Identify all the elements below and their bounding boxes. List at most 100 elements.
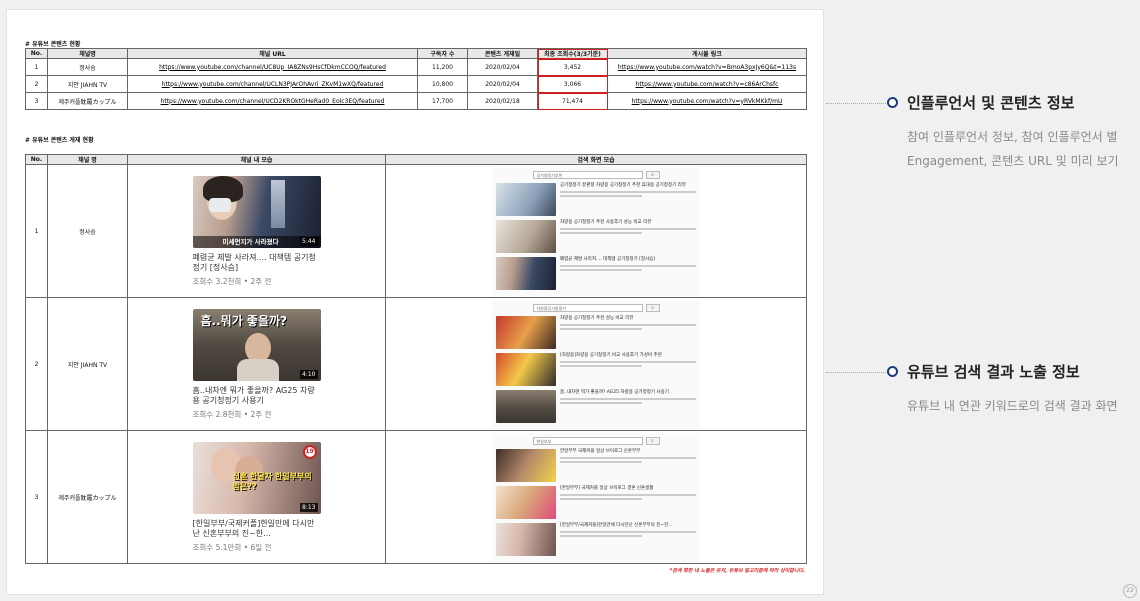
footnote: *검색 화면 내 노출은 유저, 유튜브 알고리즘에 따라 상이합니다.	[669, 568, 805, 574]
search-result-item: 한일부부 국제커플 일상 브이로그 신혼부부	[496, 448, 696, 482]
col-channel-view: 채널 내 모습	[127, 154, 386, 165]
panel-desc-line: 유튜브 내 연관 키워드로의 검색 결과 화면	[907, 399, 1118, 413]
result-thumbnail	[496, 389, 556, 423]
search-result-item: 흠..내차엔 뭐가 좋을까? AG25 차량용 공기청정기 사용기	[496, 389, 696, 423]
video-thumbnail[interactable]: 미세먼지가 사라졌다 5:44	[192, 175, 321, 248]
row-date: 2020/02/04	[467, 75, 538, 93]
col-subscribers: 구독자 수	[417, 48, 468, 59]
table-row: 2 지안 JIAHN TV https://www.youtube.com/ch…	[25, 75, 807, 93]
col-date: 콘텐츠 게재일	[467, 48, 538, 59]
col-views: 최종 조회수(3/3기준)	[537, 48, 608, 59]
result-title: [한일부부] 국제커플 일상 브이로그 결혼 신혼생활	[560, 485, 654, 491]
face-mask	[208, 197, 231, 212]
table-row: 2 지안 JIAHN TV 흠..뭐가 좋을까? 4:10 흠..내차엔 뭐가 …	[25, 297, 807, 431]
search-result-item: 공기청정기 끝판왕 차량용 공기청정기 추천 휴대용 공기청정기 리뷰	[496, 182, 696, 216]
row-views: 3,452	[537, 58, 608, 76]
result-title: 차량용 공기청정기 추천 성능 비교 리뷰	[560, 315, 634, 321]
video-meta: 조회수 5.1만회 • 6일 전	[192, 542, 272, 552]
result-thumbnail	[496, 352, 556, 386]
row-channel: 제주커플耽羅カップル	[47, 430, 128, 564]
result-title: 폐렴균 제발 사라져.... 대책템 공기청정기 [정사슴]	[560, 256, 656, 262]
table-header-row: No. 채널명 채널 URL 구독자 수 콘텐츠 게재일 최종 조회수(3/3기…	[25, 48, 807, 59]
section-title-posting-status: # 유튜브 콘텐츠 게재 현황	[25, 137, 94, 144]
row-subscribers: 17,700	[417, 92, 468, 110]
row-channel: 지안 JIAHN TV	[47, 297, 128, 431]
report-sheet: # 유튜브 콘텐츠 현황 No. 채널명 채널 URL 구독자 수 콘텐츠 게재…	[6, 9, 824, 595]
row-channel: 정사슴	[47, 164, 128, 298]
result-title: [한일부부/국제커플]한일만에 다시만난 신혼부부의 진~한...	[560, 522, 673, 528]
video-title[interactable]: 폐렴균 제발 사라져.... 대책템 공기청정기 [정사슴]	[193, 253, 321, 273]
bullet-ring-icon	[887, 366, 898, 377]
result-thumbnail	[496, 522, 556, 556]
video-thumbnail[interactable]: 19 신혼 한달차 한일부부의 밤은?? 8:13	[192, 441, 321, 514]
row-date: 2020/02/04	[467, 58, 538, 76]
col-channel-url: 채널 URL	[127, 48, 418, 59]
search-result-item: 차량용 공기청정기 추천 성능 비교 리뷰	[496, 315, 696, 349]
result-title: 한일부부 국제커플 일상 브이로그 신혼부부	[560, 448, 641, 454]
search-result-item: [차량용]차량용 공기청정기 비교 사용후기 가성비 추천	[496, 352, 696, 386]
result-thumbnail	[496, 315, 556, 349]
search-input: 공기청정기추천	[532, 170, 643, 179]
video-card[interactable]: 19 신혼 한달차 한일부부의 밤은?? 8:13 [한일부부/국제커플]한일만…	[192, 441, 321, 553]
video-card[interactable]: 흠..뭐가 좋을까? 4:10 흠..내차엔 뭐가 좋을까? AG25 차량용 …	[192, 308, 321, 420]
search-result-screenshot: 차량용공기청정기 ⌕ 차량용 공기청정기 추천 성능 비교 리뷰 [차량용]차량…	[492, 299, 700, 429]
video-thumbnail[interactable]: 흠..뭐가 좋을까? 4:10	[192, 308, 321, 381]
thumbnail-headline: 흠..뭐가 좋을까?	[200, 313, 288, 328]
connector-line	[826, 372, 888, 373]
post-link[interactable]: https://www.youtube.com/watch?v=yRVkMKkf…	[632, 98, 783, 105]
posting-status-table: No. 채널 명 채널 내 모습 검색 화면 모습 1 정사슴 미세먼지가 사라…	[25, 154, 807, 564]
panel-desc-line: Engagement, 콘텐츠 URL 및 미리 보기	[907, 154, 1119, 168]
row-no: 1	[25, 58, 48, 76]
video-title[interactable]: 흠..내차엔 뭐가 좋을까? AG25 차량용 공기청정기 사용기	[193, 386, 321, 406]
row-channel: 제주커플耽羅カップル	[47, 92, 128, 110]
result-thumbnail	[496, 219, 556, 253]
video-meta: 조회수 3.2천회 • 2주 전	[192, 276, 272, 286]
search-bar: 차량용공기청정기 ⌕	[496, 303, 696, 312]
air-purifier	[270, 179, 285, 228]
video-title[interactable]: [한일부부/국제커플]한일만에 다시만난 신혼부부의 진~한...	[193, 519, 321, 539]
section-title-content-status: # 유튜브 콘텐츠 현황	[25, 41, 81, 48]
row-no: 3	[25, 430, 48, 564]
content-status-table: No. 채널명 채널 URL 구독자 수 콘텐츠 게재일 최종 조회수(3/3기…	[25, 48, 807, 110]
col-no: No.	[25, 48, 48, 59]
channel-url-link[interactable]: https://www.youtube.com/channel/UCLN3PJA…	[162, 81, 384, 88]
video-meta: 조회수 2.8천회 • 2주 전	[192, 409, 272, 419]
table-row: 3 제주커플耽羅カップル 19 신혼 한달차 한일부부의 밤은?? 8:13 […	[25, 430, 807, 564]
video-card[interactable]: 미세먼지가 사라졌다 5:44 폐렴균 제발 사라져.... 대책템 공기청정기…	[192, 175, 321, 287]
search-result-item: [한일부부] 국제커플 일상 브이로그 결혼 신혼생활	[496, 485, 696, 519]
panel-title-influencer-info: 인플루언서 및 콘텐츠 정보	[907, 94, 1075, 112]
search-result-screenshot: 공기청정기추천 ⌕ 공기청정기 끝판왕 차량용 공기청정기 추천 휴대용 공기청…	[492, 166, 700, 296]
search-bar: 공기청정기추천 ⌕	[496, 170, 696, 179]
row-no: 2	[25, 297, 48, 431]
result-title: [차량용]차량용 공기청정기 비교 사용후기 가성비 추천	[560, 352, 662, 358]
channel-url-link[interactable]: https://www.youtube.com/channel/UC8Up_IA…	[159, 64, 386, 71]
table-row: 1 정사슴 https://www.youtube.com/channel/UC…	[25, 58, 807, 76]
search-result-item: 폐렴균 제발 사라져.... 대책템 공기청정기 [정사슴]	[496, 256, 696, 290]
post-link[interactable]: https://www.youtube.com/watch?v=c86ArChs…	[636, 81, 779, 88]
row-no: 2	[25, 75, 48, 93]
search-icon: ⌕	[645, 170, 660, 179]
thumbnail-headline: 신혼 한달차 한일부부의 밤은??	[232, 471, 312, 491]
video-duration: 8:13	[300, 502, 318, 512]
row-channel: 정사슴	[47, 58, 128, 76]
search-icon: ⌕	[645, 303, 660, 312]
col-post-link: 게시물 링크	[607, 48, 807, 59]
row-no: 3	[25, 92, 48, 110]
video-duration: 4:10	[300, 369, 318, 379]
row-views: 71,474	[537, 92, 608, 110]
row-no: 1	[25, 164, 48, 298]
row-channel: 지안 JIAHN TV	[47, 75, 128, 93]
panel-desc-line: 참여 인플루언서 정보, 참여 인플루언서 별	[907, 130, 1118, 144]
row-subscribers: 10,800	[417, 75, 468, 93]
person-body	[236, 358, 279, 381]
search-input: 한일부부	[532, 436, 643, 445]
post-link[interactable]: https://www.youtube.com/watch?v=BmoA3pxJ…	[618, 64, 796, 71]
search-input: 차량용공기청정기	[532, 303, 643, 312]
result-title: 차량용 공기청정기 추천 사용후기 성능 비교 리뷰	[560, 219, 652, 225]
channel-url-link[interactable]: https://www.youtube.com/channel/UCD2KROk…	[161, 98, 385, 105]
col-no: No.	[25, 154, 48, 165]
search-result-item: [한일부부/국제커플]한일만에 다시만난 신혼부부의 진~한...	[496, 522, 696, 556]
connector-line	[826, 103, 888, 104]
panel-title-search-exposure: 유튜브 검색 결과 노출 정보	[907, 363, 1080, 381]
search-bar: 한일부부 ⌕	[496, 436, 696, 445]
